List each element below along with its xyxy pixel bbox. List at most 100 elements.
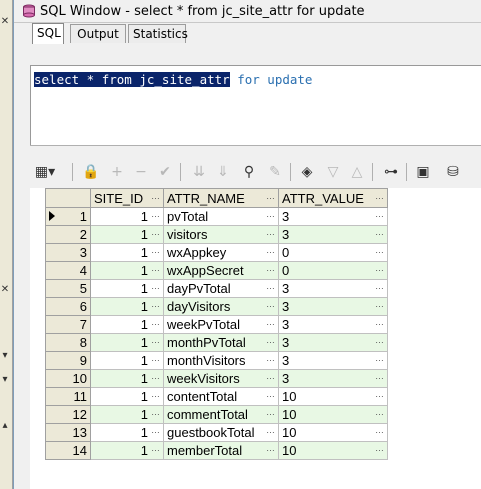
row-number[interactable]: 11	[45, 387, 91, 406]
table-row[interactable]: 11 1… contentTotal… 10…	[45, 387, 388, 406]
cell-attr-value[interactable]: 3…	[278, 279, 388, 298]
close-icon[interactable]: ✕	[0, 14, 10, 30]
grid-select-icon[interactable]: ▦▾	[34, 161, 56, 183]
cell-edit-icon[interactable]: …	[151, 209, 160, 219]
cell-edit-icon[interactable]: …	[375, 443, 384, 453]
cell-edit-icon[interactable]: …	[151, 407, 160, 417]
cell-edit-icon[interactable]: …	[266, 389, 275, 399]
cell-edit-icon[interactable]: …	[151, 317, 160, 327]
add-record-icon[interactable]: +	[106, 161, 128, 183]
cell-attr-value[interactable]: 3…	[278, 333, 388, 352]
cell-edit-icon[interactable]: …	[266, 317, 275, 327]
cell-site-id[interactable]: 1…	[90, 261, 164, 280]
cell-edit-icon[interactable]: …	[151, 389, 160, 399]
post-icon[interactable]: ✔	[154, 161, 176, 183]
cell-attr-name[interactable]: wxAppSecret…	[163, 261, 279, 280]
cell-edit-icon[interactable]: …	[375, 299, 384, 309]
cell-site-id[interactable]: 1…	[90, 207, 164, 226]
table-row[interactable]: 7 1… weekPvTotal… 3…	[45, 315, 388, 334]
table-row[interactable]: 6 1… dayVisitors… 3…	[45, 297, 388, 316]
cell-attr-value[interactable]: 3…	[278, 225, 388, 244]
row-number[interactable]: 6	[45, 297, 91, 316]
cell-attr-value[interactable]: 10…	[278, 441, 388, 460]
table-row[interactable]: 10 1… weekVisitors… 3…	[45, 369, 388, 388]
cell-attr-name[interactable]: weekVisitors…	[163, 369, 279, 388]
cell-site-id[interactable]: 1…	[90, 387, 164, 406]
cell-attr-value[interactable]: 3…	[278, 351, 388, 370]
find-icon[interactable]: ⚲	[238, 161, 260, 183]
cell-edit-icon[interactable]: …	[266, 245, 275, 255]
cell-attr-name[interactable]: monthVisitors…	[163, 351, 279, 370]
cell-edit-icon[interactable]: …	[375, 425, 384, 435]
cell-edit-icon[interactable]: …	[266, 263, 275, 273]
row-number[interactable]: 10	[45, 369, 91, 388]
lock-icon[interactable]: 🔒	[80, 161, 102, 183]
row-number[interactable]: 7	[45, 315, 91, 334]
cell-site-id[interactable]: 1…	[90, 225, 164, 244]
cell-edit-icon[interactable]: …	[375, 317, 384, 327]
chevron-down-icon[interactable]: ▾	[0, 348, 10, 364]
cell-edit-icon[interactable]: …	[266, 209, 275, 219]
cell-edit-icon[interactable]: …	[151, 443, 160, 453]
clear-icon[interactable]: ✎	[264, 161, 286, 183]
column-header-site-id[interactable]: SITE_ID…	[90, 188, 164, 208]
cell-site-id[interactable]: 1…	[90, 351, 164, 370]
cell-attr-name[interactable]: pvTotal…	[163, 207, 279, 226]
cell-edit-icon[interactable]: …	[151, 299, 160, 309]
cell-edit-icon[interactable]: …	[375, 263, 384, 273]
cell-edit-icon[interactable]: …	[151, 335, 160, 345]
cell-edit-icon[interactable]: …	[375, 335, 384, 345]
cell-edit-icon[interactable]: …	[375, 407, 384, 417]
query-by-example-icon[interactable]: ◈	[296, 161, 318, 183]
cell-attr-name[interactable]: guestbookTotal…	[163, 423, 279, 442]
cell-attr-value[interactable]: 10…	[278, 423, 388, 442]
save-icon[interactable]: ▣	[412, 161, 434, 183]
row-number[interactable]: 12	[45, 405, 91, 424]
cell-edit-icon[interactable]: …	[375, 389, 384, 399]
tab-output[interactable]: Output	[70, 24, 126, 43]
cell-edit-icon[interactable]: …	[151, 353, 160, 363]
cell-site-id[interactable]: 1…	[90, 441, 164, 460]
cell-site-id[interactable]: 1…	[90, 243, 164, 262]
row-number[interactable]: 1	[45, 207, 91, 226]
table-row[interactable]: 2 1… visitors… 3…	[45, 225, 388, 244]
cell-attr-name[interactable]: dayVisitors…	[163, 297, 279, 316]
cell-edit-icon[interactable]: …	[266, 443, 275, 453]
cell-attr-name[interactable]: dayPvTotal…	[163, 279, 279, 298]
table-row[interactable]: 12 1… commentTotal… 10…	[45, 405, 388, 424]
sort-asc-icon[interactable]: △	[346, 161, 368, 183]
cell-edit-icon[interactable]: …	[151, 245, 160, 255]
row-number[interactable]: 4	[45, 261, 91, 280]
cell-edit-icon[interactable]: …	[375, 227, 384, 237]
export-icon[interactable]: ⛁	[442, 161, 464, 183]
cell-attr-name[interactable]: weekPvTotal…	[163, 315, 279, 334]
cell-site-id[interactable]: 1…	[90, 315, 164, 334]
table-row[interactable]: 4 1… wxAppSecret… 0…	[45, 261, 388, 280]
table-row[interactable]: 8 1… monthPvTotal… 3…	[45, 333, 388, 352]
table-row[interactable]: 13 1… guestbookTotal… 10…	[45, 423, 388, 442]
tree-icon[interactable]: ⊶	[380, 161, 402, 183]
cell-edit-icon[interactable]: …	[266, 425, 275, 435]
cell-attr-value[interactable]: 0…	[278, 261, 388, 280]
column-header-attr-name[interactable]: ATTR_NAME…	[163, 188, 279, 208]
cell-attr-value[interactable]: 3…	[278, 369, 388, 388]
chevron-down-icon[interactable]: ▾	[0, 372, 10, 388]
cell-attr-name[interactable]: commentTotal…	[163, 405, 279, 424]
delete-record-icon[interactable]: −	[130, 161, 152, 183]
row-number[interactable]: 9	[45, 351, 91, 370]
sort-desc-icon[interactable]: ▽	[322, 161, 344, 183]
scroll-up-icon[interactable]: ▴	[0, 418, 10, 434]
cell-attr-name[interactable]: monthPvTotal…	[163, 333, 279, 352]
cell-edit-icon[interactable]: …	[266, 335, 275, 345]
close-icon[interactable]: ✕	[0, 282, 10, 298]
row-number[interactable]: 13	[45, 423, 91, 442]
cell-attr-name[interactable]: memberTotal…	[163, 441, 279, 460]
last-page-icon[interactable]: ⇓	[212, 161, 234, 183]
cell-edit-icon[interactable]: …	[375, 245, 384, 255]
cell-site-id[interactable]: 1…	[90, 405, 164, 424]
row-number[interactable]: 8	[45, 333, 91, 352]
cell-attr-value[interactable]: 10…	[278, 405, 388, 424]
cell-edit-icon[interactable]: …	[151, 281, 160, 291]
cell-attr-value[interactable]: 3…	[278, 297, 388, 316]
cell-attr-name[interactable]: contentTotal…	[163, 387, 279, 406]
